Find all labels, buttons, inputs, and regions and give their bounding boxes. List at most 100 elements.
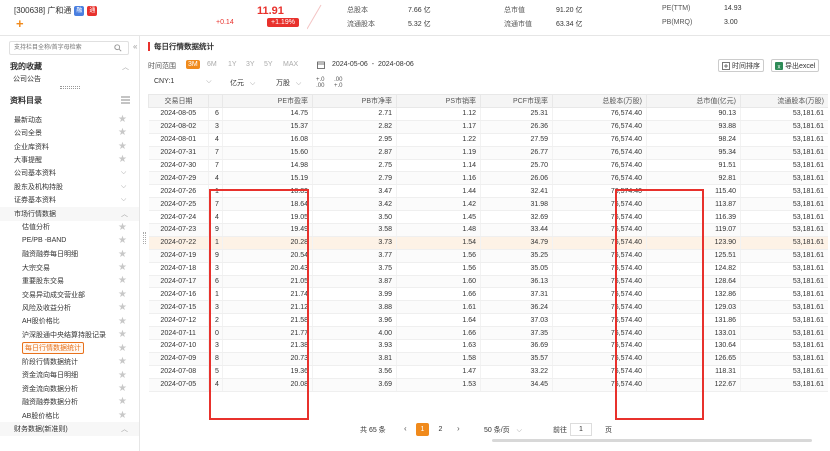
table-row[interactable]: 2024-07-16 1 21.74 3.99 1.66 37.31 76,574.40 13… bbox=[148, 287, 828, 302]
search-input[interactable] bbox=[10, 42, 110, 54]
sidebar-item[interactable]: AH股价格比 ★ bbox=[0, 315, 139, 328]
table-row[interactable]: 2024-08-02 3 15.37 2.82 1.17 26.36 76,574.40 93… bbox=[148, 120, 828, 134]
range-5y-button[interactable]: 5Y bbox=[262, 60, 275, 69]
favorite-star-icon[interactable]: ★ bbox=[118, 127, 127, 138]
table-row[interactable]: 2024-07-12 2 21.58 3.96 1.64 37.03 76,574.40 13… bbox=[148, 313, 828, 328]
favorite-star-icon[interactable]: ★ bbox=[118, 249, 127, 260]
table-row[interactable]: 2024-07-22 1 20.28 3.73 1.54 34.79 76,574.40 12… bbox=[148, 236, 828, 250]
page-2-button[interactable]: 2 bbox=[434, 423, 447, 436]
sidebar-item[interactable]: 交易异动成交营业部 ★ bbox=[0, 288, 139, 301]
favorite-star-icon[interactable]: ★ bbox=[118, 302, 127, 313]
favorite-star-icon[interactable]: ★ bbox=[118, 114, 127, 125]
sidebar-item[interactable]: 公司基本资料 ⌵ bbox=[0, 167, 139, 180]
column-header[interactable]: 总股本(万股) bbox=[552, 94, 647, 108]
sidebar-item[interactable]: 大宗交易 ★ bbox=[0, 261, 139, 274]
favorite-star-icon[interactable]: ★ bbox=[118, 235, 127, 246]
column-header[interactable]: PB市净率 bbox=[312, 94, 397, 108]
collapse-sidebar-icon[interactable]: « bbox=[133, 42, 139, 52]
search-box[interactable] bbox=[9, 41, 129, 55]
sidebar-item[interactable]: 估值分析 ★ bbox=[0, 221, 139, 234]
sidebar-item[interactable]: 股东及机构持股 ⌵ bbox=[0, 180, 139, 193]
table-row[interactable]: 2024-07-11 0 21.77 4.00 1.66 37.35 76,574.40 13… bbox=[148, 326, 828, 341]
table-row[interactable]: 2024-07-23 9 19.49 3.58 1.48 33.44 76,574.40 11… bbox=[148, 223, 828, 237]
favorite-item[interactable]: 公司公告 bbox=[13, 74, 41, 84]
column-header[interactable]: PE市盈率 bbox=[222, 94, 313, 108]
share-unit-select[interactable]: 万股 ⌵ bbox=[276, 78, 301, 88]
table-row[interactable]: 2024-07-31 7 15.60 2.87 1.19 26.77 76,574.40 95… bbox=[148, 146, 828, 160]
sidebar-item[interactable]: 阶段行情数据统计 ★ bbox=[0, 355, 139, 368]
sidebar-item[interactable]: 资金流向数据分析 ★ bbox=[0, 382, 139, 395]
range-6m-button[interactable]: 6M bbox=[205, 60, 219, 69]
favorite-star-icon[interactable]: ★ bbox=[118, 356, 127, 367]
table-row[interactable]: 2024-07-26 1 18.89 3.47 1.44 32.41 76,574.40 11… bbox=[148, 184, 828, 199]
sidebar-item[interactable]: 风险及收益分析 ★ bbox=[0, 301, 139, 314]
table-row[interactable]: 2024-07-24 4 19.05 3.50 1.45 32.69 76,574.40 11… bbox=[148, 210, 828, 225]
page-1-button[interactable]: 1 bbox=[416, 423, 429, 436]
sidebar-item[interactable]: 沪深股通中央结算持股记录 ★ bbox=[0, 328, 139, 341]
range-max-button[interactable]: MAX bbox=[281, 60, 300, 69]
decrease-decimal-button[interactable]: .00 +.0 bbox=[334, 77, 343, 89]
favorite-star-icon[interactable]: ★ bbox=[118, 329, 127, 340]
table-row[interactable]: 2024-07-30 7 14.98 2.75 1.14 25.70 76,574.40 91… bbox=[148, 159, 828, 173]
table-row[interactable]: 2024-07-18 3 20.43 3.75 1.56 35.05 76,574.40 12… bbox=[148, 262, 828, 276]
chevron-down-icon[interactable]: ⌵ bbox=[121, 169, 126, 177]
chevron-up-icon[interactable]: ︿ bbox=[121, 424, 128, 434]
table-row[interactable]: 2024-07-19 9 20.54 3.77 1.56 35.25 76,574.40 12… bbox=[148, 249, 828, 263]
resize-handle[interactable] bbox=[60, 86, 80, 89]
range-3m-button[interactable]: 3M bbox=[186, 60, 200, 69]
search-icon[interactable] bbox=[114, 44, 122, 52]
page-size-select[interactable]: 50 条/页 ⌵ bbox=[484, 425, 522, 435]
sidebar-item[interactable]: 大事提醒 ★ bbox=[0, 153, 139, 166]
table-row[interactable]: 2024-08-05 6 14.75 2.71 1.12 25.31 76,574.40 90… bbox=[148, 107, 828, 121]
column-header[interactable]: 交易日期 bbox=[148, 94, 209, 108]
favorite-star-icon[interactable]: ★ bbox=[118, 396, 127, 407]
increase-decimal-button[interactable]: +.0 .00 bbox=[316, 77, 325, 89]
date-start[interactable]: 2024-05-06 bbox=[332, 61, 368, 68]
prev-page-icon[interactable]: ‹ bbox=[404, 424, 407, 433]
favorite-star-icon[interactable]: ★ bbox=[118, 410, 127, 421]
column-header[interactable]: 总市值(亿元) bbox=[646, 94, 741, 108]
value-unit-select[interactable]: 亿元 ⌵ bbox=[230, 78, 255, 88]
favorite-star-icon[interactable]: ★ bbox=[118, 275, 127, 286]
sidebar-item[interactable]: 重要股东交易 ★ bbox=[0, 274, 139, 287]
next-page-icon[interactable]: › bbox=[457, 424, 460, 433]
date-end[interactable]: 2024-08-06 bbox=[378, 61, 414, 68]
table-row[interactable]: 2024-07-05 4 20.08 3.69 1.53 34.45 76,574.40 12… bbox=[148, 378, 828, 392]
currency-select[interactable]: CNY:1 ⌵ bbox=[154, 78, 212, 86]
table-row[interactable]: 2024-07-25 7 18.64 3.42 1.42 31.98 76,574.40 11… bbox=[148, 197, 828, 212]
column-header[interactable]: 流通股本(万股) bbox=[740, 94, 828, 108]
table-row[interactable]: 2024-07-08 5 19.36 3.56 1.47 33.22 76,574.40 11… bbox=[148, 365, 828, 379]
favorite-star-icon[interactable]: ★ bbox=[118, 262, 127, 273]
sidebar-item[interactable]: 市场行情数据 ︿ bbox=[0, 207, 139, 221]
list-toggle-icon[interactable] bbox=[121, 96, 130, 104]
chevron-down-icon[interactable]: ⌵ bbox=[121, 196, 126, 204]
date-range[interactable]: 2024-05-06 - 2024-08-06 bbox=[332, 61, 414, 68]
sidebar-item[interactable]: 财务数据(新准则) ︿ bbox=[0, 422, 139, 436]
time-sort-button[interactable]: 时间排序 bbox=[718, 59, 764, 72]
column-header[interactable]: PCF市现率 bbox=[480, 94, 553, 108]
margin-badge[interactable]: 融 bbox=[74, 5, 85, 16]
favorite-star-icon[interactable]: ★ bbox=[118, 383, 127, 394]
column-header[interactable]: PS市销率 bbox=[396, 94, 481, 108]
goto-page-input[interactable]: 1 bbox=[570, 423, 592, 436]
sidebar-item[interactable]: PE/PB -BAND ★ bbox=[0, 234, 139, 247]
table-row[interactable]: 2024-07-17 6 21.05 3.87 1.60 36.13 76,574.40 12… bbox=[148, 275, 828, 289]
sidebar-item[interactable]: 企业库资料 ★ bbox=[0, 140, 139, 153]
table-row[interactable]: 2024-07-10 3 21.38 3.93 1.63 36.69 76,574.40 13… bbox=[148, 339, 828, 353]
sidebar-item[interactable]: 证券基本资料 ⌵ bbox=[0, 194, 139, 207]
sidebar-item[interactable]: 公司全景 ★ bbox=[0, 126, 139, 139]
horizontal-scrollbar[interactable] bbox=[492, 439, 812, 442]
sidebar-item[interactable]: 最新动态 ★ bbox=[0, 113, 139, 126]
table-row[interactable]: 2024-07-09 8 20.73 3.81 1.58 35.57 76,574.40 12… bbox=[148, 352, 828, 366]
chevron-up-icon[interactable]: ︿ bbox=[121, 209, 128, 219]
sidebar-item[interactable]: 融资融券数据分析 ★ bbox=[0, 395, 139, 408]
table-row[interactable]: 2024-08-01 4 16.08 2.95 1.22 27.59 76,574.40 98… bbox=[148, 133, 828, 147]
column-header[interactable] bbox=[208, 94, 223, 108]
favorite-star-icon[interactable]: ★ bbox=[118, 316, 127, 327]
sidebar-item[interactable]: 每日行情数据统计 ★ bbox=[0, 342, 139, 355]
chevron-up-icon[interactable]: ︿ bbox=[122, 62, 129, 72]
table-row[interactable]: 2024-07-15 3 21.12 3.88 1.61 36.24 76,574.40 12… bbox=[148, 300, 828, 315]
favorite-star-icon[interactable]: ★ bbox=[118, 343, 127, 354]
favorite-star-icon[interactable]: ★ bbox=[118, 289, 127, 300]
add-watchlist-icon[interactable]: + bbox=[16, 17, 24, 31]
